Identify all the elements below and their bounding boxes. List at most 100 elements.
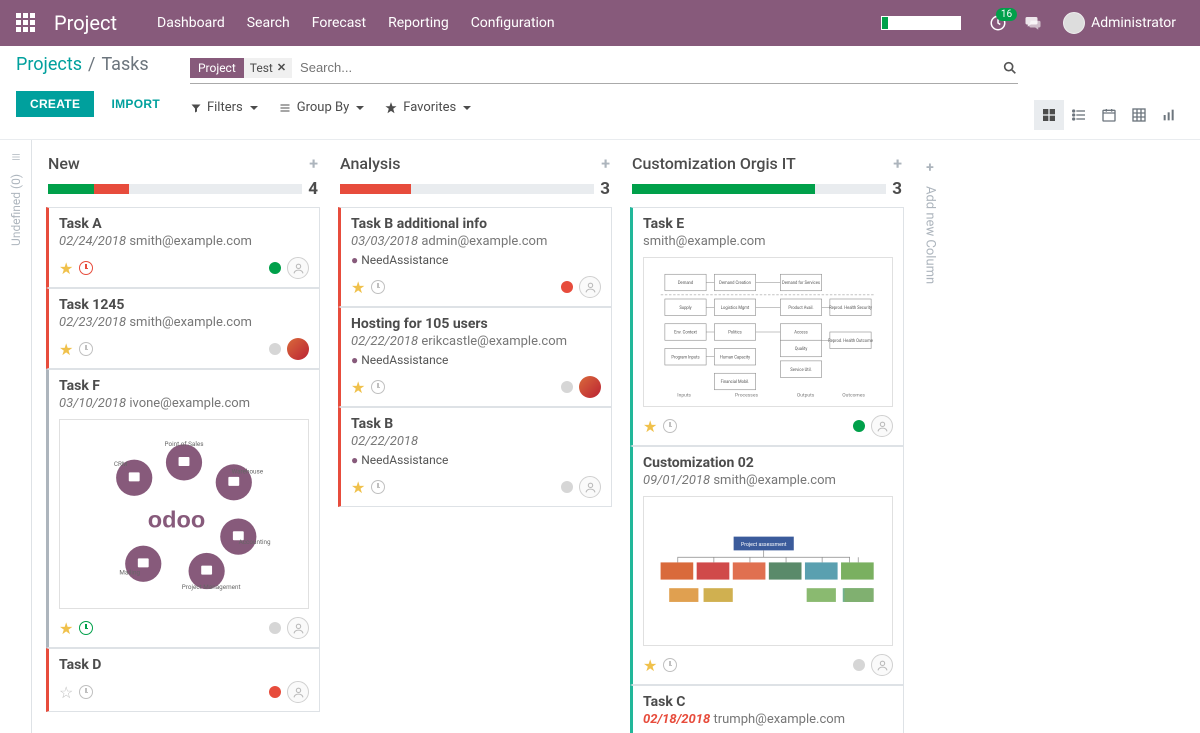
- assignee-placeholder-icon[interactable]: [871, 415, 893, 437]
- svg-text:Outcomes: Outcomes: [842, 392, 865, 398]
- kanban-card[interactable]: Task B additional info03/03/2018 admin@e…: [338, 207, 612, 307]
- star-icon[interactable]: ★: [59, 340, 73, 359]
- assignee-placeholder-icon[interactable]: [579, 476, 601, 498]
- nav-reporting[interactable]: Reporting: [388, 15, 449, 31]
- column-count: 3: [600, 179, 610, 199]
- svg-text:Demand: Demand: [678, 281, 694, 286]
- breadcrumb-root[interactable]: Projects: [16, 54, 82, 75]
- view-calendar-icon[interactable]: [1094, 100, 1124, 130]
- nav-dashboard[interactable]: Dashboard: [157, 15, 225, 31]
- search-facet: Project Test ✕: [190, 58, 292, 78]
- column-title[interactable]: New: [48, 154, 80, 173]
- facet-remove-icon[interactable]: ✕: [277, 61, 286, 74]
- card-date: 03/03/2018: [351, 234, 418, 249]
- star-icon[interactable]: ★: [351, 278, 365, 297]
- view-switcher: [1034, 100, 1184, 130]
- card-thumbnail: Project assessment: [643, 496, 893, 646]
- clock-icon[interactable]: [79, 685, 93, 699]
- kanban-card[interactable]: Task A02/24/2018 smith@example.com ★: [46, 207, 320, 288]
- star-icon[interactable]: ★: [59, 619, 73, 638]
- status-dot[interactable]: [269, 343, 281, 355]
- search-icon[interactable]: [1002, 60, 1018, 76]
- nav-configuration[interactable]: Configuration: [471, 15, 555, 31]
- top-navbar: Project Dashboard Search Forecast Report…: [0, 0, 1200, 46]
- kanban-card[interactable]: Task C02/18/2018 trumph@example.com ☆: [630, 685, 904, 733]
- status-dot[interactable]: [561, 281, 573, 293]
- user-menu[interactable]: Administrator: [1063, 12, 1176, 34]
- column-add-icon[interactable]: +: [309, 154, 318, 173]
- filters-button[interactable]: Filters: [190, 100, 258, 115]
- assignee-placeholder-icon[interactable]: [287, 257, 309, 279]
- clock-icon[interactable]: [371, 480, 385, 494]
- apps-icon[interactable]: [16, 13, 36, 33]
- clock-icon[interactable]: [663, 419, 677, 433]
- app-brand[interactable]: Project: [54, 11, 117, 35]
- progress-indicator[interactable]: [881, 16, 961, 30]
- star-icon[interactable]: ★: [643, 656, 657, 675]
- column-title[interactable]: Analysis: [340, 154, 400, 173]
- kanban-card[interactable]: Customization 0209/01/2018 smith@example…: [630, 446, 904, 685]
- column-progress[interactable]: [632, 184, 886, 194]
- status-dot[interactable]: [561, 381, 573, 393]
- nav-search[interactable]: Search: [247, 15, 290, 31]
- create-button[interactable]: CREATE: [16, 91, 94, 117]
- clock-icon[interactable]: [79, 342, 93, 356]
- card-thumbnail: DemandDemand CreationDemand for Services…: [643, 257, 893, 407]
- star-icon[interactable]: ★: [59, 259, 73, 278]
- svg-text:Project assessment: Project assessment: [741, 542, 787, 548]
- assignee-placeholder-icon[interactable]: [287, 617, 309, 639]
- star-icon[interactable]: ★: [351, 378, 365, 397]
- status-dot[interactable]: [853, 659, 865, 671]
- discuss-icon[interactable]: [1023, 14, 1043, 32]
- column-add-icon[interactable]: +: [601, 154, 610, 173]
- view-graph-icon[interactable]: [1154, 100, 1184, 130]
- assignee-avatar[interactable]: [287, 338, 309, 360]
- card-title: Task D: [59, 657, 309, 673]
- groupby-button[interactable]: Group By: [278, 100, 365, 115]
- column-progress[interactable]: [340, 184, 594, 194]
- folded-column[interactable]: Undefined (0): [0, 140, 32, 733]
- card-date: 02/23/2018: [59, 315, 126, 330]
- clock-icon[interactable]: [371, 280, 385, 294]
- assignee-placeholder-icon[interactable]: [871, 654, 893, 676]
- kanban-card[interactable]: Task F03/10/2018 ivone@example.com odoo …: [46, 369, 320, 648]
- favorites-label: Favorites: [403, 100, 456, 115]
- status-dot[interactable]: [269, 262, 281, 274]
- activity-icon[interactable]: 16: [989, 14, 1007, 32]
- kanban-card[interactable]: Task B02/22/2018 NeedAssistance ★: [338, 407, 612, 507]
- column-progress[interactable]: [48, 184, 302, 194]
- add-column[interactable]: +Add new Column: [916, 148, 944, 725]
- view-pivot-icon[interactable]: [1124, 100, 1154, 130]
- star-icon[interactable]: ★: [351, 478, 365, 497]
- column-title[interactable]: Customization Orgis IT: [632, 154, 796, 173]
- clock-icon[interactable]: [371, 380, 385, 394]
- clock-icon[interactable]: [79, 621, 93, 635]
- status-dot[interactable]: [269, 686, 281, 698]
- kanban-card[interactable]: Hosting for 105 users02/22/2018 erikcast…: [338, 307, 612, 407]
- search-input[interactable]: [292, 56, 1002, 79]
- status-dot[interactable]: [561, 481, 573, 493]
- svg-text:Accounting: Accounting: [239, 538, 271, 546]
- kanban-card[interactable]: Task D ☆: [46, 648, 320, 712]
- star-icon[interactable]: ☆: [59, 683, 73, 702]
- assignee-placeholder-icon[interactable]: [579, 276, 601, 298]
- view-kanban-icon[interactable]: [1034, 100, 1064, 130]
- assignee-avatar[interactable]: [579, 376, 601, 398]
- nav-forecast[interactable]: Forecast: [312, 15, 366, 31]
- import-button[interactable]: IMPORT: [97, 91, 173, 117]
- view-list-icon[interactable]: [1064, 100, 1094, 130]
- favorites-button[interactable]: Favorites: [384, 100, 471, 115]
- status-dot[interactable]: [853, 420, 865, 432]
- star-icon[interactable]: ★: [643, 417, 657, 436]
- card-title: Task 1245: [59, 297, 309, 313]
- facet-category: Project: [190, 58, 244, 78]
- clock-icon[interactable]: [79, 261, 93, 275]
- kanban-card[interactable]: Task 124502/23/2018 smith@example.com ★: [46, 288, 320, 369]
- card-email: ivone@example.com: [129, 396, 250, 411]
- assignee-placeholder-icon[interactable]: [287, 681, 309, 703]
- svg-text:Demand Creation: Demand Creation: [719, 281, 751, 286]
- status-dot[interactable]: [269, 622, 281, 634]
- column-add-icon[interactable]: +: [893, 154, 902, 173]
- kanban-card[interactable]: Task Esmith@example.comDemandDemand Crea…: [630, 207, 904, 446]
- clock-icon[interactable]: [663, 658, 677, 672]
